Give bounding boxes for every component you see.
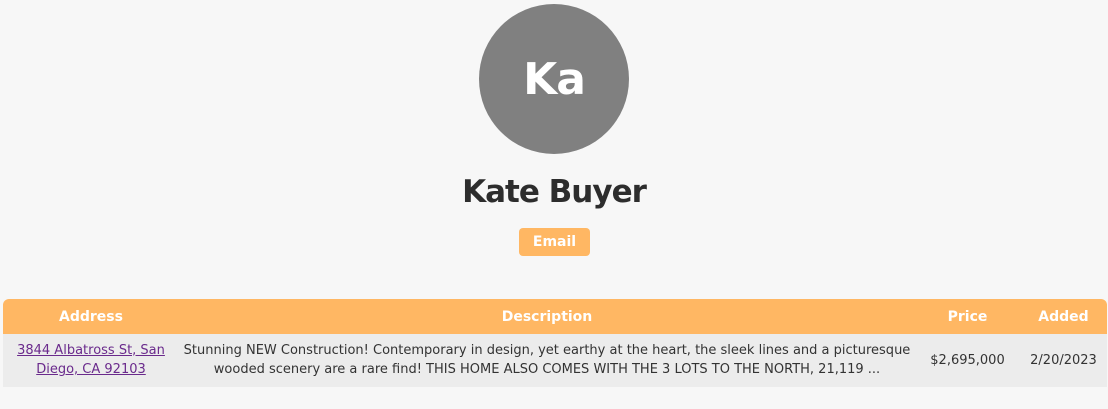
- profile-section: Ka Kate Buyer Email: [0, 0, 1108, 290]
- column-header-price: Price: [915, 299, 1020, 334]
- price-cell: $2,695,000: [915, 334, 1020, 387]
- added-cell: 2/20/2023: [1020, 334, 1107, 387]
- email-button[interactable]: Email: [519, 228, 590, 256]
- listings-table: Address Description Price Added 3844 Alb…: [3, 299, 1107, 387]
- address-cell: 3844 Albatross St, San Diego, CA 92103: [3, 334, 179, 387]
- column-header-description: Description: [179, 299, 915, 334]
- address-link[interactable]: 3844 Albatross St, San Diego, CA 92103: [17, 343, 165, 377]
- table-row: 3844 Albatross St, San Diego, CA 92103 S…: [3, 334, 1107, 387]
- column-header-added: Added: [1020, 299, 1107, 334]
- listings-table-container: Address Description Price Added 3844 Alb…: [3, 299, 1107, 409]
- column-header-address: Address: [3, 299, 179, 334]
- avatar-initials: Ka: [523, 53, 586, 105]
- table-header-row: Address Description Price Added: [3, 299, 1107, 334]
- profile-name: Kate Buyer: [462, 174, 647, 210]
- avatar: Ka: [479, 4, 629, 154]
- description-cell: Stunning NEW Construction! Contemporary …: [179, 334, 915, 387]
